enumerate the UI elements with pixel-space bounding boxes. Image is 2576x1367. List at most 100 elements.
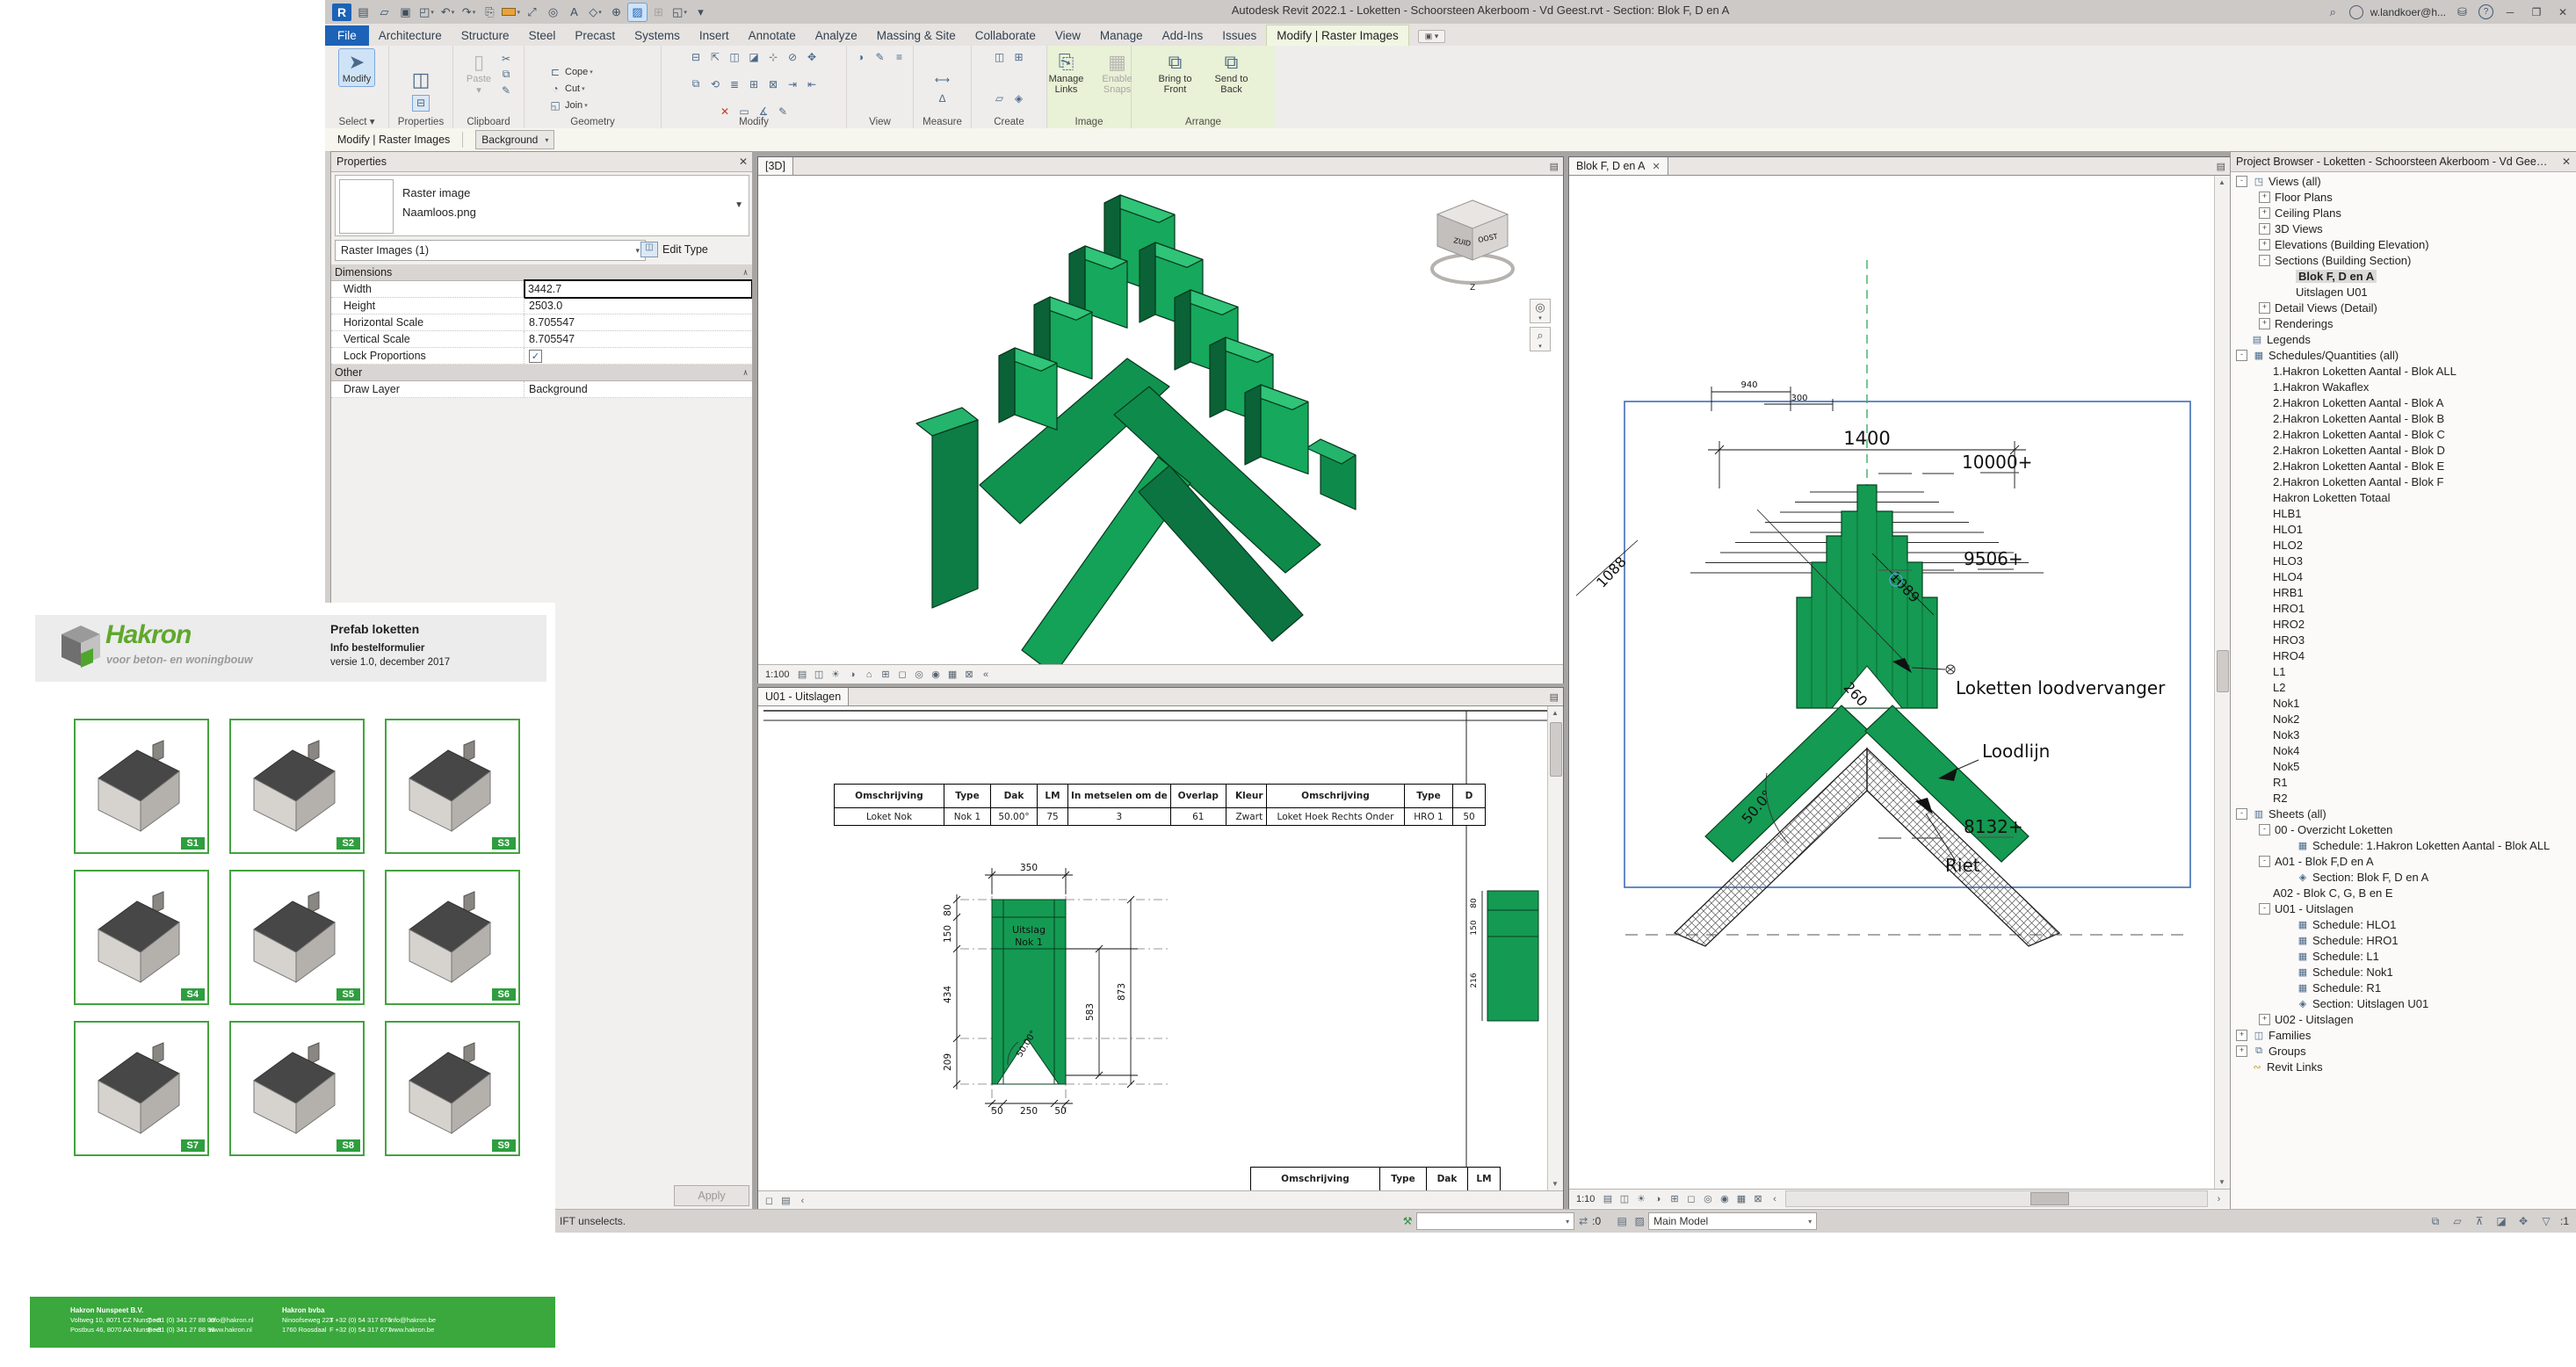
collapse-icon[interactable]: - bbox=[2236, 176, 2247, 187]
expand-icon[interactable]: + bbox=[2236, 1030, 2247, 1041]
tree-item[interactable]: HRO2 bbox=[2231, 616, 2576, 632]
tree-item[interactable]: +Ceiling Plans bbox=[2231, 205, 2576, 221]
tree-item[interactable]: Nok5 bbox=[2231, 758, 2576, 774]
cutaway-icon[interactable]: ≡ bbox=[892, 49, 908, 64]
expand-icon[interactable]: + bbox=[2259, 192, 2270, 203]
tree-item[interactable]: 2.Hakron Loketten Aantal - Blok C bbox=[2231, 426, 2576, 442]
redo-icon[interactable]: ↷▾ bbox=[459, 4, 478, 21]
match-properties-icon[interactable]: ✎ bbox=[498, 83, 514, 98]
expand-viewbar-icon[interactable]: ‹ bbox=[795, 1193, 810, 1208]
tree-item[interactable]: ▤Legends bbox=[2231, 331, 2576, 347]
blok-horizontal-scrollbar[interactable] bbox=[1785, 1190, 2208, 1207]
loket-thumbnail-s6[interactable]: S6 bbox=[385, 870, 520, 1005]
close-inactive-windows-icon[interactable]: ⊞ bbox=[649, 4, 668, 21]
crop-view-icon[interactable]: ⊞ bbox=[879, 667, 894, 682]
tree-item[interactable]: L2 bbox=[2231, 679, 2576, 695]
loket-thumbnail-s9[interactable]: S9 bbox=[385, 1021, 520, 1156]
tree-item[interactable]: 1.Hakron Loketten Aantal - Blok ALL bbox=[2231, 363, 2576, 379]
collapse-icon[interactable]: - bbox=[2259, 824, 2270, 835]
loket-thumbnail-s5[interactable]: S5 bbox=[229, 870, 365, 1005]
tree-item[interactable]: ▦Schedule: HLO1 bbox=[2231, 916, 2576, 932]
design-options-list-icon[interactable]: ▤ bbox=[1613, 1215, 1631, 1227]
split-with-gap-icon[interactable]: ⊘ bbox=[785, 49, 800, 64]
minimize-button[interactable]: ─ bbox=[2500, 4, 2520, 20]
cope-button[interactable]: ⊏Cope▾ bbox=[547, 64, 593, 81]
trim-multiple-icon[interactable]: ⇤ bbox=[804, 76, 820, 91]
collapse-icon[interactable]: - bbox=[2259, 903, 2270, 915]
tree-item[interactable]: Nok1 bbox=[2231, 695, 2576, 711]
select-links-toggle[interactable]: ⧉ bbox=[2427, 1215, 2444, 1228]
viewcube[interactable]: ZUID OOST Z bbox=[1424, 192, 1521, 295]
tree-item[interactable]: 2.Hakron Loketten Aantal - Blok A bbox=[2231, 394, 2576, 410]
create-group-icon[interactable]: ⊞ bbox=[1011, 49, 1027, 64]
tree-item[interactable]: -A01 - Blok F,D en A bbox=[2231, 853, 2576, 869]
tab-massing-site[interactable]: Massing & Site bbox=[867, 25, 966, 46]
select-underlay-toggle[interactable]: ▱ bbox=[2449, 1215, 2466, 1228]
tree-item[interactable]: ▦Schedule: HRO1 bbox=[2231, 932, 2576, 948]
expand-icon[interactable]: + bbox=[2259, 223, 2270, 235]
tab-analyze[interactable]: Analyze bbox=[806, 25, 867, 46]
tree-item[interactable]: ◈Section: Uitslagen U01 bbox=[2231, 995, 2576, 1011]
cut-button[interactable]: ◔Cut▾ bbox=[547, 81, 585, 98]
loket-thumbnail-s4[interactable]: S4 bbox=[74, 870, 209, 1005]
modify-button[interactable]: ➤Modify bbox=[339, 49, 374, 86]
worksets-icon[interactable]: ⚒ bbox=[1399, 1215, 1416, 1227]
tree-item[interactable]: Hakron Loketten Totaal bbox=[2231, 489, 2576, 505]
tab-structure[interactable]: Structure bbox=[452, 25, 519, 46]
save-icon[interactable]: ▣ bbox=[396, 4, 415, 21]
edit-type-button[interactable]: ◫Edit Type bbox=[640, 240, 748, 259]
detail-level-icon[interactable]: ▤ bbox=[778, 1193, 793, 1208]
copy-icon[interactable]: ⧉ bbox=[688, 76, 704, 91]
align-icon[interactable]: ⊟ bbox=[688, 49, 704, 64]
print-icon[interactable]: ⎘ bbox=[481, 4, 499, 21]
tree-item[interactable]: HLO3 bbox=[2231, 553, 2576, 568]
tab-precast[interactable]: Precast bbox=[565, 25, 625, 46]
show-crop-icon[interactable]: ◻ bbox=[1683, 1191, 1698, 1206]
temporary-view-properties-icon[interactable]: ▦ bbox=[1733, 1191, 1748, 1206]
tree-item[interactable]: -U01 - Uitslagen bbox=[2231, 900, 2576, 916]
show-constraints-icon[interactable]: ⊠ bbox=[1750, 1191, 1765, 1206]
visual-style-icon[interactable]: ◫ bbox=[812, 667, 827, 682]
tree-item[interactable]: ▦Schedule: L1 bbox=[2231, 948, 2576, 964]
height-field[interactable]: 2503.0 bbox=[524, 298, 753, 314]
sun-path-icon[interactable]: ☀ bbox=[1633, 1191, 1648, 1206]
tree-item[interactable]: Blok F, D en A bbox=[2231, 268, 2576, 284]
view-window-blok[interactable]: Blok F, D en A✕▤ bbox=[1568, 156, 2231, 1210]
design-options-icon[interactable]: ▨ bbox=[1631, 1215, 1648, 1227]
collapse-icon[interactable]: - bbox=[2236, 808, 2247, 820]
measure-icon[interactable]: ▾ bbox=[502, 4, 520, 21]
vertical-scale-field[interactable]: 8.705547 bbox=[524, 331, 753, 347]
scroll-right-icon[interactable]: › bbox=[2211, 1191, 2226, 1206]
cut-to-clipboard-icon[interactable]: ⧉ bbox=[498, 67, 514, 82]
editing-requests-icon[interactable]: ⇄ bbox=[1574, 1215, 1592, 1227]
aligned-dimension-icon[interactable]: ⤢ bbox=[523, 4, 541, 21]
tab-file[interactable]: File bbox=[325, 25, 369, 46]
shadows-icon[interactable]: ◑ bbox=[845, 667, 860, 682]
create-similar-icon[interactable]: ◫ bbox=[992, 49, 1008, 64]
view3d-title[interactable]: [3D] bbox=[765, 160, 785, 172]
thin-lines-icon[interactable]: ▨ bbox=[628, 4, 647, 21]
tree-item[interactable]: -◳Views (all) bbox=[2231, 173, 2576, 189]
temporary-view-properties-icon[interactable]: ▦ bbox=[945, 667, 960, 682]
close-icon[interactable]: ✕ bbox=[2562, 156, 2571, 168]
blok-section-canvas[interactable]: 1400 940 300 bbox=[1569, 176, 2228, 1189]
tree-item[interactable]: HLO2 bbox=[2231, 537, 2576, 553]
loket-thumbnail-s8[interactable]: S8 bbox=[229, 1021, 365, 1156]
join-button[interactable]: ◱Join▾ bbox=[547, 98, 588, 114]
u01-vertical-scrollbar[interactable]: ▲▼ bbox=[1547, 706, 1563, 1190]
signed-in-user[interactable]: w.landkoer@h... bbox=[2370, 6, 2446, 18]
tree-item[interactable]: +Detail Views (Detail) bbox=[2231, 300, 2576, 315]
loket-thumbnail-s2[interactable]: S2 bbox=[229, 719, 365, 854]
shadows-icon[interactable]: ◑ bbox=[1650, 1191, 1665, 1206]
tab-manage[interactable]: Manage bbox=[1090, 25, 1153, 46]
instance-filter-dropdown[interactable]: Raster Images (1)▾ bbox=[335, 240, 646, 261]
tree-item[interactable]: Nok2 bbox=[2231, 711, 2576, 727]
tree-item[interactable]: R2 bbox=[2231, 790, 2576, 806]
tree-item[interactable]: HLB1 bbox=[2231, 505, 2576, 521]
tree-item[interactable]: +⧉Groups bbox=[2231, 1043, 2576, 1059]
revit-logo[interactable]: R bbox=[332, 4, 351, 21]
mirror-draw-axis-icon[interactable]: ◪ bbox=[746, 49, 762, 64]
offset-icon[interactable]: ⇱ bbox=[707, 49, 723, 64]
tree-item[interactable]: 1.Hakron Wakaflex bbox=[2231, 379, 2576, 394]
tab-view[interactable]: View bbox=[1046, 25, 1090, 46]
